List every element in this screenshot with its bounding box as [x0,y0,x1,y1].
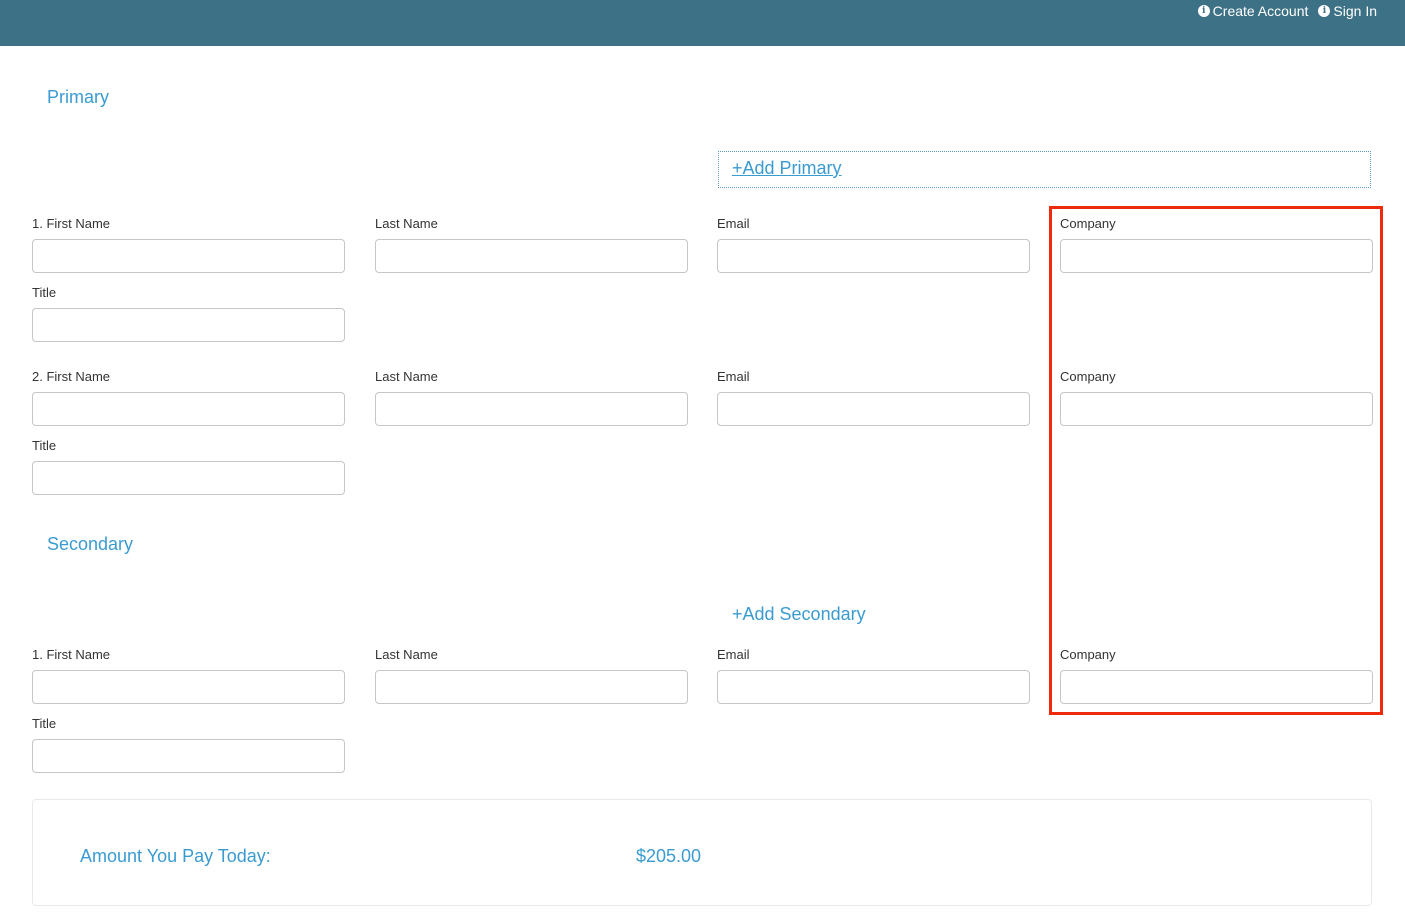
amount-due-label: Amount You Pay Today: [80,846,271,866]
secondary-1-last-name-field: Last Name [375,647,688,704]
company-input[interactable] [1060,670,1373,704]
secondary-1-email-field: Email [717,647,1030,704]
last-name-label: Last Name [375,369,438,384]
company-input[interactable] [1060,239,1373,273]
email-input[interactable] [717,670,1030,704]
add-primary-container: +Add Primary [718,151,1371,188]
create-account-link[interactable]: i Create Account [1197,3,1309,19]
amount-due-value: $205.00 [636,846,702,866]
sign-in-link[interactable]: i Sign In [1318,3,1377,19]
primary-1-first-name-field: 1. First Name [32,216,345,273]
last-name-input[interactable] [375,239,688,273]
email-label: Email [717,216,750,231]
first-name-label: 1. First Name [32,647,111,662]
title-input[interactable] [32,461,345,495]
first-name-input[interactable] [32,670,345,704]
email-label: Email [717,647,750,662]
company-label: Company [1060,369,1116,384]
sign-in-label: Sign In [1333,3,1377,19]
company-label: Company [1060,216,1116,231]
title-label: Title [32,716,57,731]
title-label: Title [32,438,57,453]
title-input[interactable] [32,308,345,342]
payment-summary-panel: Amount You Pay Today: $205.00 [32,799,1372,906]
secondary-1-first-name-field: 1. First Name [32,647,345,704]
info-icon: i [1197,5,1210,17]
company-column-highlight [1049,206,1383,715]
primary-2-company-field: Company [1060,369,1373,426]
title-label: Title [32,285,57,300]
primary-2-email-field: Email [717,369,1030,426]
add-secondary-container: +Add Secondary [732,604,866,625]
company-label: Company [1060,647,1116,662]
primary-1-title-field: Title [32,285,345,342]
last-name-input[interactable] [375,670,688,704]
info-icon: i [1318,5,1331,17]
primary-section-title: Primary [47,87,109,107]
last-name-label: Last Name [375,647,438,662]
primary-2-first-name-field: 2. First Name [32,369,345,426]
company-input[interactable] [1060,392,1373,426]
primary-1-email-field: Email [717,216,1030,273]
primary-2-last-name-field: Last Name [375,369,688,426]
title-input[interactable] [32,739,345,773]
first-name-label: 2. First Name [32,369,111,384]
secondary-1-company-field: Company [1060,647,1373,704]
last-name-label: Last Name [375,216,438,231]
first-name-input[interactable] [32,392,345,426]
secondary-1-title-field: Title [32,716,345,773]
add-primary-link[interactable]: +Add Primary [732,158,842,178]
top-navigation-bar: i Create Account i Sign In [0,0,1405,46]
first-name-label: 1. First Name [32,216,111,231]
add-secondary-link[interactable]: +Add Secondary [732,604,866,624]
secondary-section-title: Secondary [47,534,134,554]
primary-1-last-name-field: Last Name [375,216,688,273]
email-input[interactable] [717,392,1030,426]
last-name-input[interactable] [375,392,688,426]
top-links: i Create Account i Sign In [1197,3,1377,19]
primary-1-company-field: Company [1060,216,1373,273]
email-label: Email [717,369,750,384]
email-input[interactable] [717,239,1030,273]
first-name-input[interactable] [32,239,345,273]
create-account-label: Create Account [1212,3,1309,19]
primary-2-title-field: Title [32,438,345,495]
